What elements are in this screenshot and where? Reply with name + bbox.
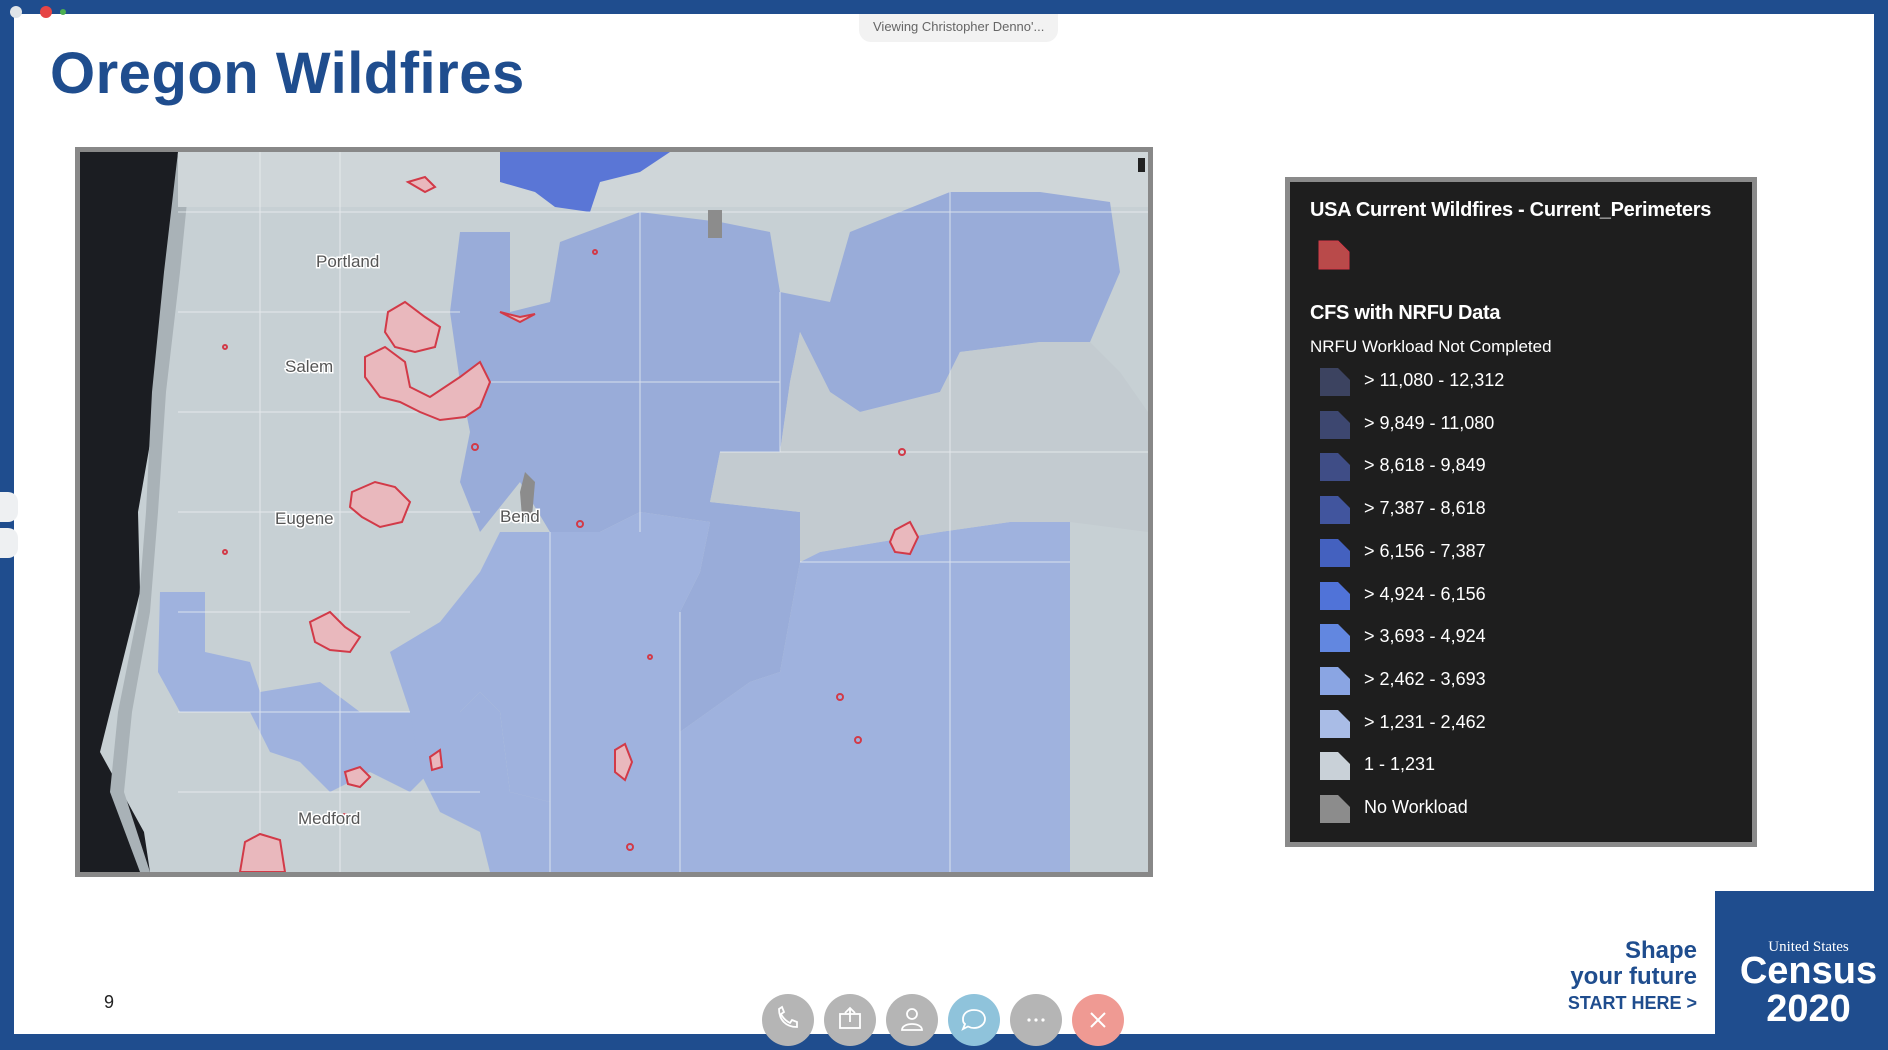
city-label-medford: Medford xyxy=(298,809,360,828)
legend-class-label: > 8,618 - 9,849 xyxy=(1364,455,1486,476)
city-label-salem: Salem xyxy=(285,357,333,376)
census-word: Census xyxy=(1739,950,1878,992)
legend-class-swatch xyxy=(1320,752,1350,781)
record-indicator-icon xyxy=(40,6,52,18)
legend-class-swatch xyxy=(1320,666,1350,695)
window-menu-icon[interactable] xyxy=(10,6,22,18)
legend-class-label: > 1,231 - 2,462 xyxy=(1364,711,1486,732)
legend-class-swatch xyxy=(1320,581,1350,610)
zoom-out-icon[interactable] xyxy=(0,528,18,558)
phone-icon xyxy=(778,1005,798,1028)
legend-class-label: > 9,849 - 11,080 xyxy=(1364,412,1495,433)
city-label-bend: Bend xyxy=(500,507,540,526)
share-screen-button[interactable] xyxy=(824,994,876,1046)
start-here-link[interactable]: START HERE > xyxy=(1529,990,1697,1016)
legend-class-label: > 4,924 - 6,156 xyxy=(1364,583,1486,604)
legend-class-swatch xyxy=(1320,795,1350,823)
city-label-eugene: Eugene xyxy=(275,509,334,528)
legend-class-swatch xyxy=(1320,709,1350,738)
chat-icon xyxy=(961,1009,986,1031)
legend-class-swatch xyxy=(1320,624,1350,653)
hang-up-button[interactable] xyxy=(1072,994,1124,1046)
census-year: 2020 xyxy=(1766,988,1851,1030)
status-indicator-icon xyxy=(60,9,66,15)
legend-layer1-title: USA Current Wildfires - Current_Perimete… xyxy=(1310,199,1712,221)
page-number: 9 xyxy=(104,992,115,1012)
legend-class-label: No Workload xyxy=(1364,797,1468,817)
legend-class-swatch xyxy=(1320,410,1350,439)
census-2020-logo: United States Census 2020 xyxy=(1715,891,1888,1049)
shape-text: Shape xyxy=(1624,937,1697,964)
city-label-portland: Portland xyxy=(316,252,379,271)
wildfire-perimeter-swatch xyxy=(1318,240,1350,270)
legend-layer2-subtitle: NRFU Workload Not Completed xyxy=(1310,337,1552,356)
legend-class-label: > 11,080 - 12,312 xyxy=(1364,370,1505,390)
hang-up-icon xyxy=(1090,1012,1106,1028)
shape-your-future-banner[interactable]: Shape your future START HERE > xyxy=(1529,938,1697,1016)
map-corner-handle xyxy=(1138,158,1145,172)
more-button[interactable] xyxy=(1010,994,1062,1046)
participants-button[interactable] xyxy=(886,994,938,1046)
phone-button[interactable] xyxy=(762,994,814,1046)
legend-class-swatch xyxy=(1320,496,1350,525)
viewing-banner[interactable]: Viewing Christopher Denno'... xyxy=(859,14,1059,42)
oregon-map[interactable]: Portland Salem Eugene Bend Medford xyxy=(80,152,1148,872)
legend-class-label: > 7,387 - 8,618 xyxy=(1364,498,1486,519)
legend-class-label: 1 - 1,231 xyxy=(1364,754,1436,775)
legend-class-label: > 6,156 - 7,387 xyxy=(1364,540,1486,561)
legend-class-swatch xyxy=(1320,538,1350,567)
map-legend: USA Current Wildfires - Current_Perimete… xyxy=(1285,177,1757,847)
your-future-text: your future xyxy=(1570,963,1697,990)
legend-class-swatch xyxy=(1320,453,1350,482)
presentation-slide: Viewing Christopher Denno'... Oregon Wil… xyxy=(14,14,1888,1049)
legend-layer2-title: CFS with NRFU Data xyxy=(1310,302,1501,324)
map-frame[interactable]: Portland Salem Eugene Bend Medford xyxy=(75,147,1153,877)
legend-class-swatch xyxy=(1320,368,1350,396)
zoom-in-icon[interactable] xyxy=(0,492,18,522)
legend-class-label: > 3,693 - 4,924 xyxy=(1364,626,1486,647)
legend-class-label: > 2,462 - 3,693 xyxy=(1364,668,1486,689)
share-screen-icon xyxy=(839,1006,861,1029)
slide-title: Oregon Wildfires xyxy=(50,41,525,106)
chat-button[interactable] xyxy=(948,994,1000,1046)
participants-icon xyxy=(901,1008,923,1031)
more-icon xyxy=(1027,1018,1045,1022)
